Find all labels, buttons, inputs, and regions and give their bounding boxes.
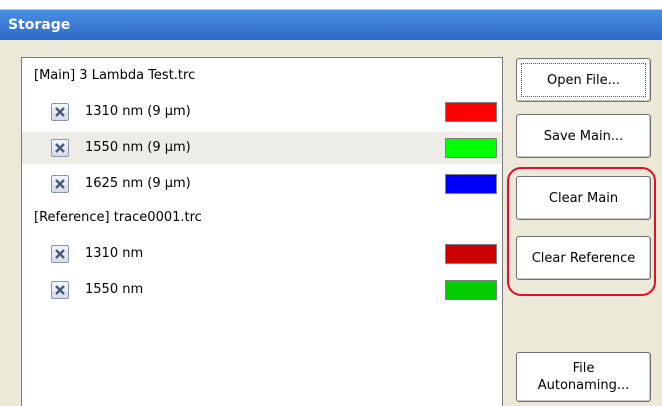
remove-trace-button[interactable]: [51, 139, 69, 157]
trace-color-swatch[interactable]: [445, 244, 497, 264]
trace-row-ref-1310[interactable]: 1310 nm: [22, 238, 502, 270]
x-icon: [55, 285, 65, 295]
open-file-label: Open File...: [546, 72, 620, 88]
save-main-button[interactable]: Save Main...: [516, 114, 651, 158]
trace-label: 1310 nm (9 µm): [85, 104, 191, 119]
trace-label: 1550 nm: [85, 282, 144, 297]
trace-color-swatch[interactable]: [445, 174, 497, 194]
trace-row-ref-1550[interactable]: 1550 nm: [22, 274, 502, 306]
remove-trace-button[interactable]: [51, 281, 69, 299]
x-icon: [55, 249, 65, 259]
trace-row-main-1625[interactable]: 1625 nm (9 µm): [22, 168, 502, 200]
trace-label: 1310 nm: [85, 246, 144, 261]
storage-panel: [Main] 3 Lambda Test.trc 1310 nm (9 µm) …: [0, 40, 662, 406]
file-autonaming-button[interactable]: File Autonaming...: [516, 352, 651, 402]
x-icon: [55, 107, 65, 117]
remove-trace-button[interactable]: [51, 245, 69, 263]
file-autonaming-label: File Autonaming...: [537, 361, 630, 393]
trace-color-swatch[interactable]: [445, 138, 497, 158]
remove-trace-button[interactable]: [51, 175, 69, 193]
trace-list[interactable]: [Main] 3 Lambda Test.trc 1310 nm (9 µm) …: [21, 57, 503, 406]
trace-label: 1625 nm (9 µm): [85, 176, 191, 191]
trace-row-main-1550[interactable]: 1550 nm (9 µm): [22, 132, 502, 164]
window-title: Storage: [0, 10, 662, 40]
trace-color-swatch[interactable]: [445, 102, 497, 122]
open-file-button[interactable]: Open File...: [516, 58, 651, 102]
main-group-header: [Main] 3 Lambda Test.trc: [34, 68, 196, 83]
trace-color-swatch[interactable]: [445, 280, 497, 300]
highlight-annotation: [507, 167, 656, 296]
x-icon: [55, 143, 65, 153]
top-border: [0, 0, 662, 10]
reference-group-header: [Reference] trace0001.trc: [34, 210, 202, 225]
trace-row-main-1310[interactable]: 1310 nm (9 µm): [22, 96, 502, 128]
trace-label: 1550 nm (9 µm): [85, 140, 191, 155]
remove-trace-button[interactable]: [51, 103, 69, 121]
save-main-label: Save Main...: [543, 128, 624, 144]
x-icon: [55, 179, 65, 189]
